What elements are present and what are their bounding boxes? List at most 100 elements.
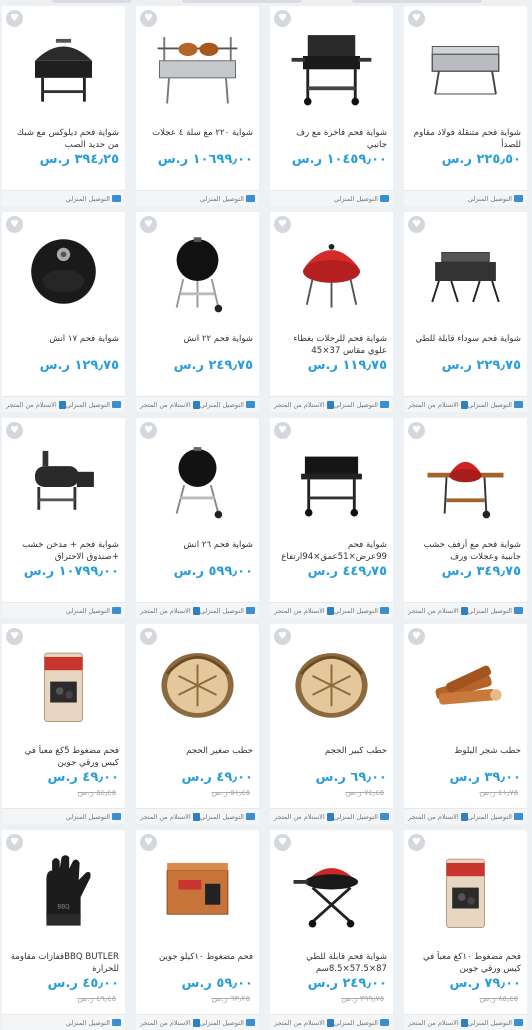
product-card[interactable]: ♥ حطب كبير الحجم ٦٩٫٠٠ ر.س ٧٤٫٤٥ ر.س الت… <box>270 624 393 824</box>
product-old-price: ٥١٫٤٥ ر.س <box>211 788 250 797</box>
product-card[interactable]: ♥ شواية فحم للرحلات بغطاء علوي مقاس 37×4… <box>270 212 393 412</box>
product-image[interactable] <box>16 224 111 319</box>
product-name[interactable]: شواية فحم قابلة للطي 87×57.5×8.5سم <box>276 951 387 975</box>
product-name[interactable]: فحم مضغوط 5كغ معبأ في كيس ورقي جوين <box>8 745 119 769</box>
svg-text:BBQ: BBQ <box>57 905 70 911</box>
product-image[interactable] <box>284 224 379 319</box>
product-card[interactable]: ♥ شواية فحم سوداء قابلة للطي ٢٢٩٫٧٥ ر.س … <box>404 212 527 412</box>
product-image[interactable] <box>150 636 245 731</box>
pickup-label: الاستلام من المتجر <box>274 400 325 409</box>
fulfillment-options: التوصيل المنزلي <box>2 1014 125 1030</box>
product-image[interactable] <box>150 18 245 113</box>
product-name[interactable]: حطب كبير الحجم <box>276 745 387 757</box>
product-card[interactable]: ♥ حطب شجر البلوط ٣٩٫٠٠ ر.س ٤١٫٧٥ ر.س الت… <box>404 624 527 824</box>
product-card[interactable]: ♥ شواية فحم ٢٢ انش ٢٤٩٫٧٥ ر.س التوصيل ال… <box>136 212 259 412</box>
product-name[interactable]: شواية فحم ١٧ انش <box>8 333 119 345</box>
store-icon <box>192 606 200 615</box>
truck-icon <box>514 813 523 820</box>
product-name[interactable]: شواية فحم فاخرة مع رف جانبي <box>276 127 387 151</box>
product-price: ٤٩٫٠٠ ر.س <box>47 770 120 785</box>
delivery-option: التوصيل المنزلي <box>66 195 121 203</box>
fulfillment-options: التوصيل المنزلي الاستلام من المتجر <box>404 808 527 824</box>
product-price: ١٢٩٫٧٥ ر.س <box>39 358 119 373</box>
product-name[interactable]: شواية فحم للرحلات بغطاء علوي مقاس 37×45 <box>276 333 387 357</box>
product-old-price: ٥٤٫٤٥ ر.س <box>77 788 116 797</box>
product-name[interactable]: BBQ BUTLERقفازات مقاومة للحرارة <box>8 951 119 975</box>
product-image[interactable] <box>150 224 245 319</box>
product-card[interactable]: ♥ فحم مضغوط ١٠كيلو جوين ٥٩٫٠٠ ر.س ٦٣٫٢٥ … <box>136 830 259 1030</box>
truck-icon <box>514 401 523 408</box>
product-image[interactable] <box>418 636 513 731</box>
product-image[interactable] <box>284 842 379 937</box>
product-name[interactable]: شواية فحم مع أرفف خشب جانبية وعجلات ورف <box>410 539 521 563</box>
product-name[interactable]: حطب صغير الحجم <box>142 745 253 757</box>
product-name[interactable]: شواية فحم ديلوكس مع شبك من حديد الصب <box>8 127 119 151</box>
product-name[interactable]: شواية فحم ٢٢ انش <box>142 333 253 345</box>
truck-icon <box>380 195 389 202</box>
pickup-option: الاستلام من المتجر <box>140 812 200 821</box>
product-card[interactable]: ♥ شواية فحم فاخرة مع رف جانبي ١٠٤٥٩٫٠٠ ر… <box>270 6 393 206</box>
delivery-label: التوصيل المنزلي <box>65 606 110 615</box>
product-card[interactable]: ♥ حطب صغير الحجم ٤٩٫٠٠ ر.س ٥١٫٤٥ ر.س الت… <box>136 624 259 824</box>
delivery-label: التوصيل المنزلي <box>65 1018 110 1027</box>
product-card[interactable]: ♥ شواية فحم 99عرض×51عمق×94ارتفاع سم ٤٤٩٫… <box>270 418 393 618</box>
product-name[interactable]: شواية فحم سوداء قابلة للطي <box>410 333 521 345</box>
product-image[interactable] <box>284 430 379 525</box>
product-old-price: ٧٤٫٤٥ ر.س <box>345 788 384 797</box>
product-card[interactable]: ♥ BBQ BBQ BUTLERقفازات مقاومة للحرارة ٤٥… <box>2 830 125 1030</box>
product-price: ١٠٤٥٩٫٠٠ ر.س <box>291 152 387 167</box>
fulfillment-options: التوصيل المنزلي <box>2 602 125 618</box>
product-image[interactable] <box>418 430 513 525</box>
product-card[interactable]: ♥ شواية فحم ٢٦ انش ٥٩٩٫٠٠ ر.س التوصيل ال… <box>136 418 259 618</box>
fulfillment-options: التوصيل المنزلي الاستلام من المتجر <box>136 1014 259 1030</box>
product-image[interactable] <box>16 636 111 731</box>
product-image[interactable] <box>150 430 245 525</box>
product-card[interactable]: ♥ شواية فحم قابلة للطي 87×57.5×8.5سم ٢٤٩… <box>270 830 393 1030</box>
product-image[interactable] <box>418 224 513 319</box>
product-price: ٣٩٫٠٠ ر.س <box>449 770 522 785</box>
product-price: ٤٤٩٫٧٥ ر.س <box>307 564 387 579</box>
product-image[interactable] <box>284 18 379 113</box>
product-image[interactable] <box>418 18 513 113</box>
product-image[interactable] <box>16 430 111 525</box>
product-name[interactable]: فحم مضغوط ١٠كيلو جوين <box>142 951 253 963</box>
product-name[interactable]: حطب شجر البلوط <box>410 745 521 757</box>
fulfillment-options: التوصيل المنزلي <box>2 190 125 206</box>
pickup-option: الاستلام من المتجر <box>408 400 468 409</box>
fulfillment-options: التوصيل المنزلي الاستلام من المتجر <box>404 396 527 412</box>
product-price: ٧٩٫٠٠ ر.س <box>449 976 522 991</box>
product-price: ٤٩٫٠٠ ر.س <box>181 770 254 785</box>
product-card[interactable]: ♥ شواية ٢٢٠ مع سلة ٤ عجلات ١٠٦٩٩٫٠٠ ر.س … <box>136 6 259 206</box>
truck-icon <box>246 1019 255 1026</box>
product-price: ٦٩٫٠٠ ر.س <box>315 770 388 785</box>
product-image[interactable] <box>418 842 513 937</box>
fulfillment-options: التوصيل المنزلي <box>2 808 125 824</box>
product-card[interactable]: ♥ شواية فحم ديلوكس مع شبك من حديد الصب ٣… <box>2 6 125 206</box>
product-card[interactable]: ♥ شواية فحم ١٧ انش ١٢٩٫٧٥ ر.س التوصيل ال… <box>2 212 125 412</box>
fulfillment-options: التوصيل المنزلي <box>136 190 259 206</box>
product-card[interactable]: ♥ شواية فحم مع أرفف خشب جانبية وعجلات ور… <box>404 418 527 618</box>
product-image[interactable] <box>16 18 111 113</box>
delivery-option: التوصيل المنزلي <box>468 401 523 409</box>
product-name[interactable]: فحم مضغوط ١٠كغ معبأ في كيس ورقي جوين <box>410 951 521 975</box>
delivery-label: التوصيل المنزلي <box>333 812 378 821</box>
product-price: ١٠٦٩٩٫٠٠ ر.س <box>157 152 253 167</box>
product-card[interactable]: ♥ شواية فحم + مدخن خشب +صندوق الاحتراق ١… <box>2 418 125 618</box>
product-name[interactable]: شواية ٢٢٠ مع سلة ٤ عجلات <box>142 127 253 139</box>
product-name[interactable]: شواية فحم + مدخن خشب +صندوق الاحتراق <box>8 539 119 563</box>
product-card[interactable]: ♥ فحم مضغوط ١٠كغ معبأ في كيس ورقي جوين ٧… <box>404 830 527 1030</box>
fulfillment-options: التوصيل المنزلي الاستلام من المتجر <box>404 602 527 618</box>
product-image[interactable] <box>150 842 245 937</box>
product-image[interactable]: BBQ <box>16 842 111 937</box>
product-card[interactable]: ♥ شواية فحم متنقلة فولاذ مقاوم للصدأ ٢٢٥… <box>404 6 527 206</box>
product-image[interactable] <box>284 636 379 731</box>
product-price: ١٠٧٩٩٫٠٠ ر.س <box>23 564 119 579</box>
fulfillment-options: التوصيل المنزلي الاستلام من المتجر <box>404 1014 527 1030</box>
product-name[interactable]: شواية فحم متنقلة فولاذ مقاوم للصدأ <box>410 127 521 151</box>
delivery-option: التوصيل المنزلي <box>66 607 121 615</box>
fulfillment-options: التوصيل المنزلي الاستلام من المتجر <box>136 808 259 824</box>
product-name[interactable]: شواية فحم ٢٦ انش <box>142 539 253 551</box>
product-name[interactable]: شواية فحم 99عرض×51عمق×94ارتفاع سم <box>276 539 387 565</box>
delivery-option: التوصيل المنزلي <box>334 607 389 615</box>
product-card[interactable]: ♥ فحم مضغوط 5كغ معبأ في كيس ورقي جوين ٤٩… <box>2 624 125 824</box>
